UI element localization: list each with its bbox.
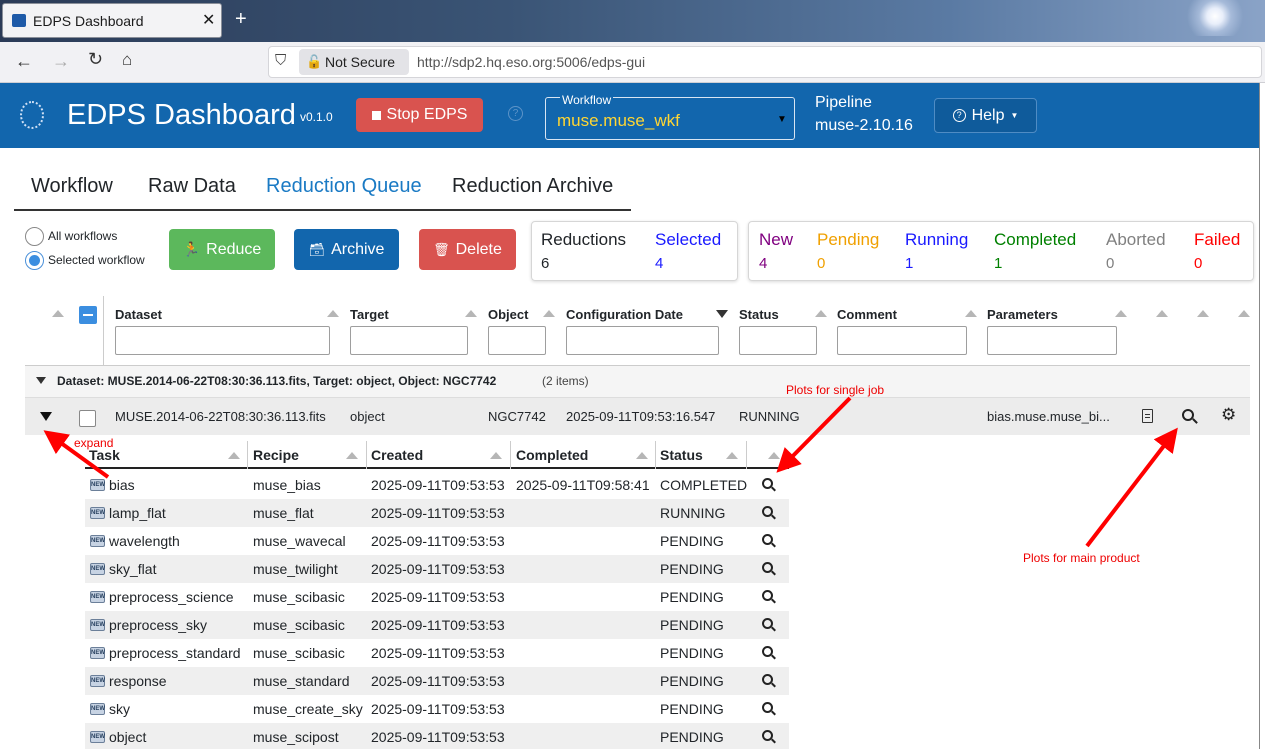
arrow-single-job — [776, 396, 852, 473]
arrow-expand — [43, 430, 110, 479]
annotation-arrows — [43, 396, 1178, 548]
arrow-main-product — [1085, 427, 1178, 548]
